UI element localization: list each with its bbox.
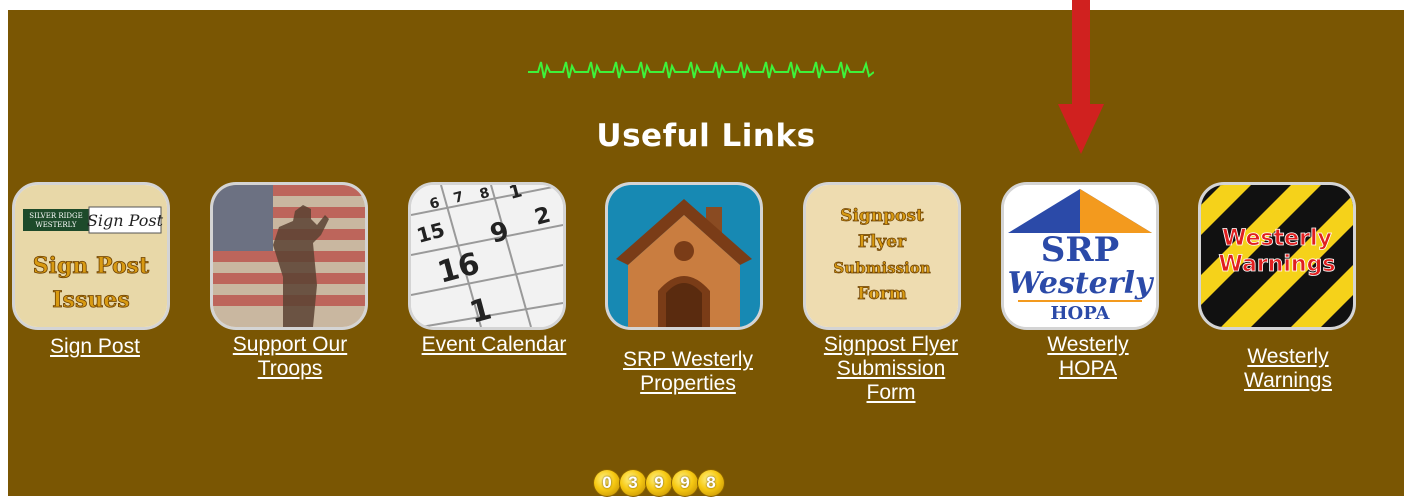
pointer-arrow-icon xyxy=(1072,0,1090,116)
link-sign-post[interactable]: Sign Post xyxy=(30,335,160,359)
link-srp-properties[interactable]: SRP Westerly Properties xyxy=(608,348,768,396)
link-sign-post-text: Sign Post xyxy=(50,335,140,358)
hopa-line-2: Westerly xyxy=(1008,266,1155,301)
link-event-calendar-text: Event Calendar xyxy=(421,333,567,356)
warn-line-1: Westerly xyxy=(1222,226,1332,251)
signpost-brand-1: SILVER RIDGE xyxy=(29,212,82,220)
link-flyer-form-line1: Signpost Flyer xyxy=(823,333,959,356)
link-westerly-warnings-line1: Westerly xyxy=(1247,345,1329,368)
section-title: Useful Links xyxy=(596,118,816,154)
calendar-icon: 6 7 8 1 2 15 9 16 1 xyxy=(411,185,563,327)
link-flyer-form-line2: Submission xyxy=(836,357,946,380)
warn-line-2: Warnings xyxy=(1219,252,1336,277)
heartbeat-divider-icon xyxy=(528,60,874,79)
signpost-big-2: Issues xyxy=(52,287,129,313)
flyer-line-1: Signpost xyxy=(840,206,924,226)
counter-digit: 3 xyxy=(620,470,646,496)
link-srp-properties-line1: SRP Westerly xyxy=(623,348,753,371)
srp-westerly-hopa-logo: SRP Westerly HOPA xyxy=(1004,185,1156,327)
support-troops-tile[interactable] xyxy=(210,182,368,330)
link-support-troops[interactable]: Support Our Troops xyxy=(220,333,360,381)
link-westerly-hopa-line1: Westerly xyxy=(1047,333,1129,356)
hopa-line-1: SRP xyxy=(1041,230,1119,270)
link-event-calendar[interactable]: Event Calendar xyxy=(408,333,580,357)
link-flyer-form-line3: Form xyxy=(866,381,916,404)
counter-digit: 9 xyxy=(646,470,672,496)
westerly-hopa-tile[interactable]: SRP Westerly HOPA xyxy=(1001,182,1159,330)
flyer-line-4: Form xyxy=(857,284,906,304)
signpost-brand-2: WESTERLY xyxy=(36,221,77,229)
link-srp-properties-line2: Properties xyxy=(640,372,736,395)
link-support-troops-line1: Support Our xyxy=(232,333,348,356)
link-westerly-hopa[interactable]: Westerly HOPA xyxy=(1008,333,1168,381)
house-icon xyxy=(608,185,760,327)
flyer-line-2: Flyer xyxy=(858,232,907,252)
flyer-line-3: Submission xyxy=(833,259,930,277)
saluting-soldier-flag-icon xyxy=(213,185,365,327)
flyer-form-icon: Signpost Flyer Submission Form xyxy=(806,185,958,327)
useful-links-panel: Useful Links SILVER RIDGE WESTERLY Sign … xyxy=(8,10,1404,496)
link-flyer-form[interactable]: Signpost Flyer Submission Form xyxy=(808,333,974,405)
signpost-tag: Sign Post xyxy=(87,211,164,230)
link-westerly-warnings[interactable]: Westerly Warnings xyxy=(1208,345,1368,393)
srp-properties-tile[interactable] xyxy=(605,182,763,330)
westerly-warnings-tile[interactable]: Westerly Warnings xyxy=(1198,182,1356,330)
signpost-big-1: Sign Post xyxy=(33,253,150,279)
westerly-warnings-icon: Westerly Warnings xyxy=(1201,185,1353,327)
link-westerly-hopa-line2: HOPA xyxy=(1059,357,1117,380)
pointer-arrow-head-icon xyxy=(1058,104,1104,154)
flyer-form-tile[interactable]: Signpost Flyer Submission Form xyxy=(803,182,961,330)
link-support-troops-line2: Troops xyxy=(257,357,323,380)
counter-digit: 9 xyxy=(672,470,698,496)
link-westerly-warnings-line2: Warnings xyxy=(1244,369,1332,392)
counter-digit: 8 xyxy=(698,470,724,496)
hopa-line-3: HOPA xyxy=(1051,303,1111,324)
sign-post-tile[interactable]: SILVER RIDGE WESTERLY Sign Post Sign Pos… xyxy=(12,182,170,330)
counter-digit: 0 xyxy=(594,470,620,496)
sign-post-icon: SILVER RIDGE WESTERLY Sign Post Sign Pos… xyxy=(15,185,167,327)
event-calendar-tile[interactable]: 6 7 8 1 2 15 9 16 1 xyxy=(408,182,566,330)
